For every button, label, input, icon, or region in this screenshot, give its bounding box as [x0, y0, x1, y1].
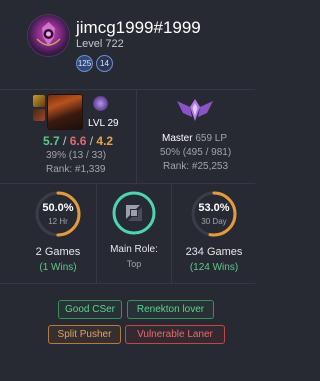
divider	[0, 183, 255, 184]
champion-level: LVL 29	[88, 118, 119, 129]
summoner-spells	[33, 95, 45, 121]
wins-count: (124 Wins)	[189, 262, 239, 273]
kda-separator: /	[86, 134, 97, 148]
kda-separator: /	[59, 134, 70, 148]
kda: 5.7 / 6.6 / 4.2	[43, 134, 113, 148]
tag-good-cser[interactable]: Good CSer	[58, 300, 122, 319]
league-points: 659 LP	[195, 133, 228, 144]
winrate-period: 12 Hr	[48, 217, 68, 226]
username[interactable]: jimcg1999#1999	[76, 18, 201, 38]
kda-assists: 4.2	[96, 134, 114, 148]
divider	[136, 90, 137, 183]
wins-count: (1 Wins)	[39, 262, 77, 273]
player-card: jimcg1999#1999 Level 722 125 14 LVL 29 5…	[0, 0, 255, 381]
kda-kills: 5.7	[43, 134, 60, 148]
ranked-winrate: 50% (495 / 981)	[160, 147, 232, 158]
champion-rank: Rank: #1,339	[46, 164, 106, 175]
winrate-ring-12hr: 50.0% 12 Hr	[34, 190, 82, 238]
ranked-rank: Rank: #25,253	[163, 161, 229, 172]
divider	[96, 183, 97, 283]
spell-icon	[33, 109, 45, 121]
winrate-percent: 50.0%	[42, 202, 74, 214]
summoner-level: Level 722	[76, 38, 124, 50]
rune-icon	[93, 96, 108, 111]
top-lane-icon	[111, 190, 157, 236]
champion-winrate: 39% (13 / 33)	[46, 150, 107, 161]
tag-vulnerable-laner[interactable]: Vulnerable Laner	[125, 325, 225, 344]
winrate-period: 30 Day	[201, 217, 227, 226]
games-count: 2 Games	[35, 246, 81, 258]
divider	[0, 283, 255, 284]
mastery-badge: 14	[96, 55, 113, 72]
champion-portrait-icon[interactable]	[47, 94, 83, 130]
divider	[0, 89, 255, 90]
mastery-badge: 125	[76, 55, 93, 72]
tag-split-pusher[interactable]: Split Pusher	[48, 325, 121, 344]
games-count: 234 Games	[185, 246, 243, 258]
tier-name: Master	[162, 133, 193, 144]
ranked-tier: Master 659 LP	[162, 133, 227, 144]
profile-header: jimcg1999#1999 Level 722 125 14	[0, 0, 255, 90]
tag-renekton-lover[interactable]: Renekton lover	[127, 300, 214, 319]
main-role-value: Top	[126, 259, 142, 269]
winrate-ring-30day: 53.0% 30 Day	[190, 190, 238, 238]
spell-icon	[33, 95, 45, 107]
winrate-percent: 53.0%	[198, 202, 230, 214]
main-role-label: Main Role:	[110, 244, 158, 255]
avatar-icon[interactable]	[28, 15, 69, 56]
kda-deaths: 6.6	[69, 134, 87, 148]
divider	[171, 183, 172, 283]
master-emblem-icon	[173, 95, 217, 125]
